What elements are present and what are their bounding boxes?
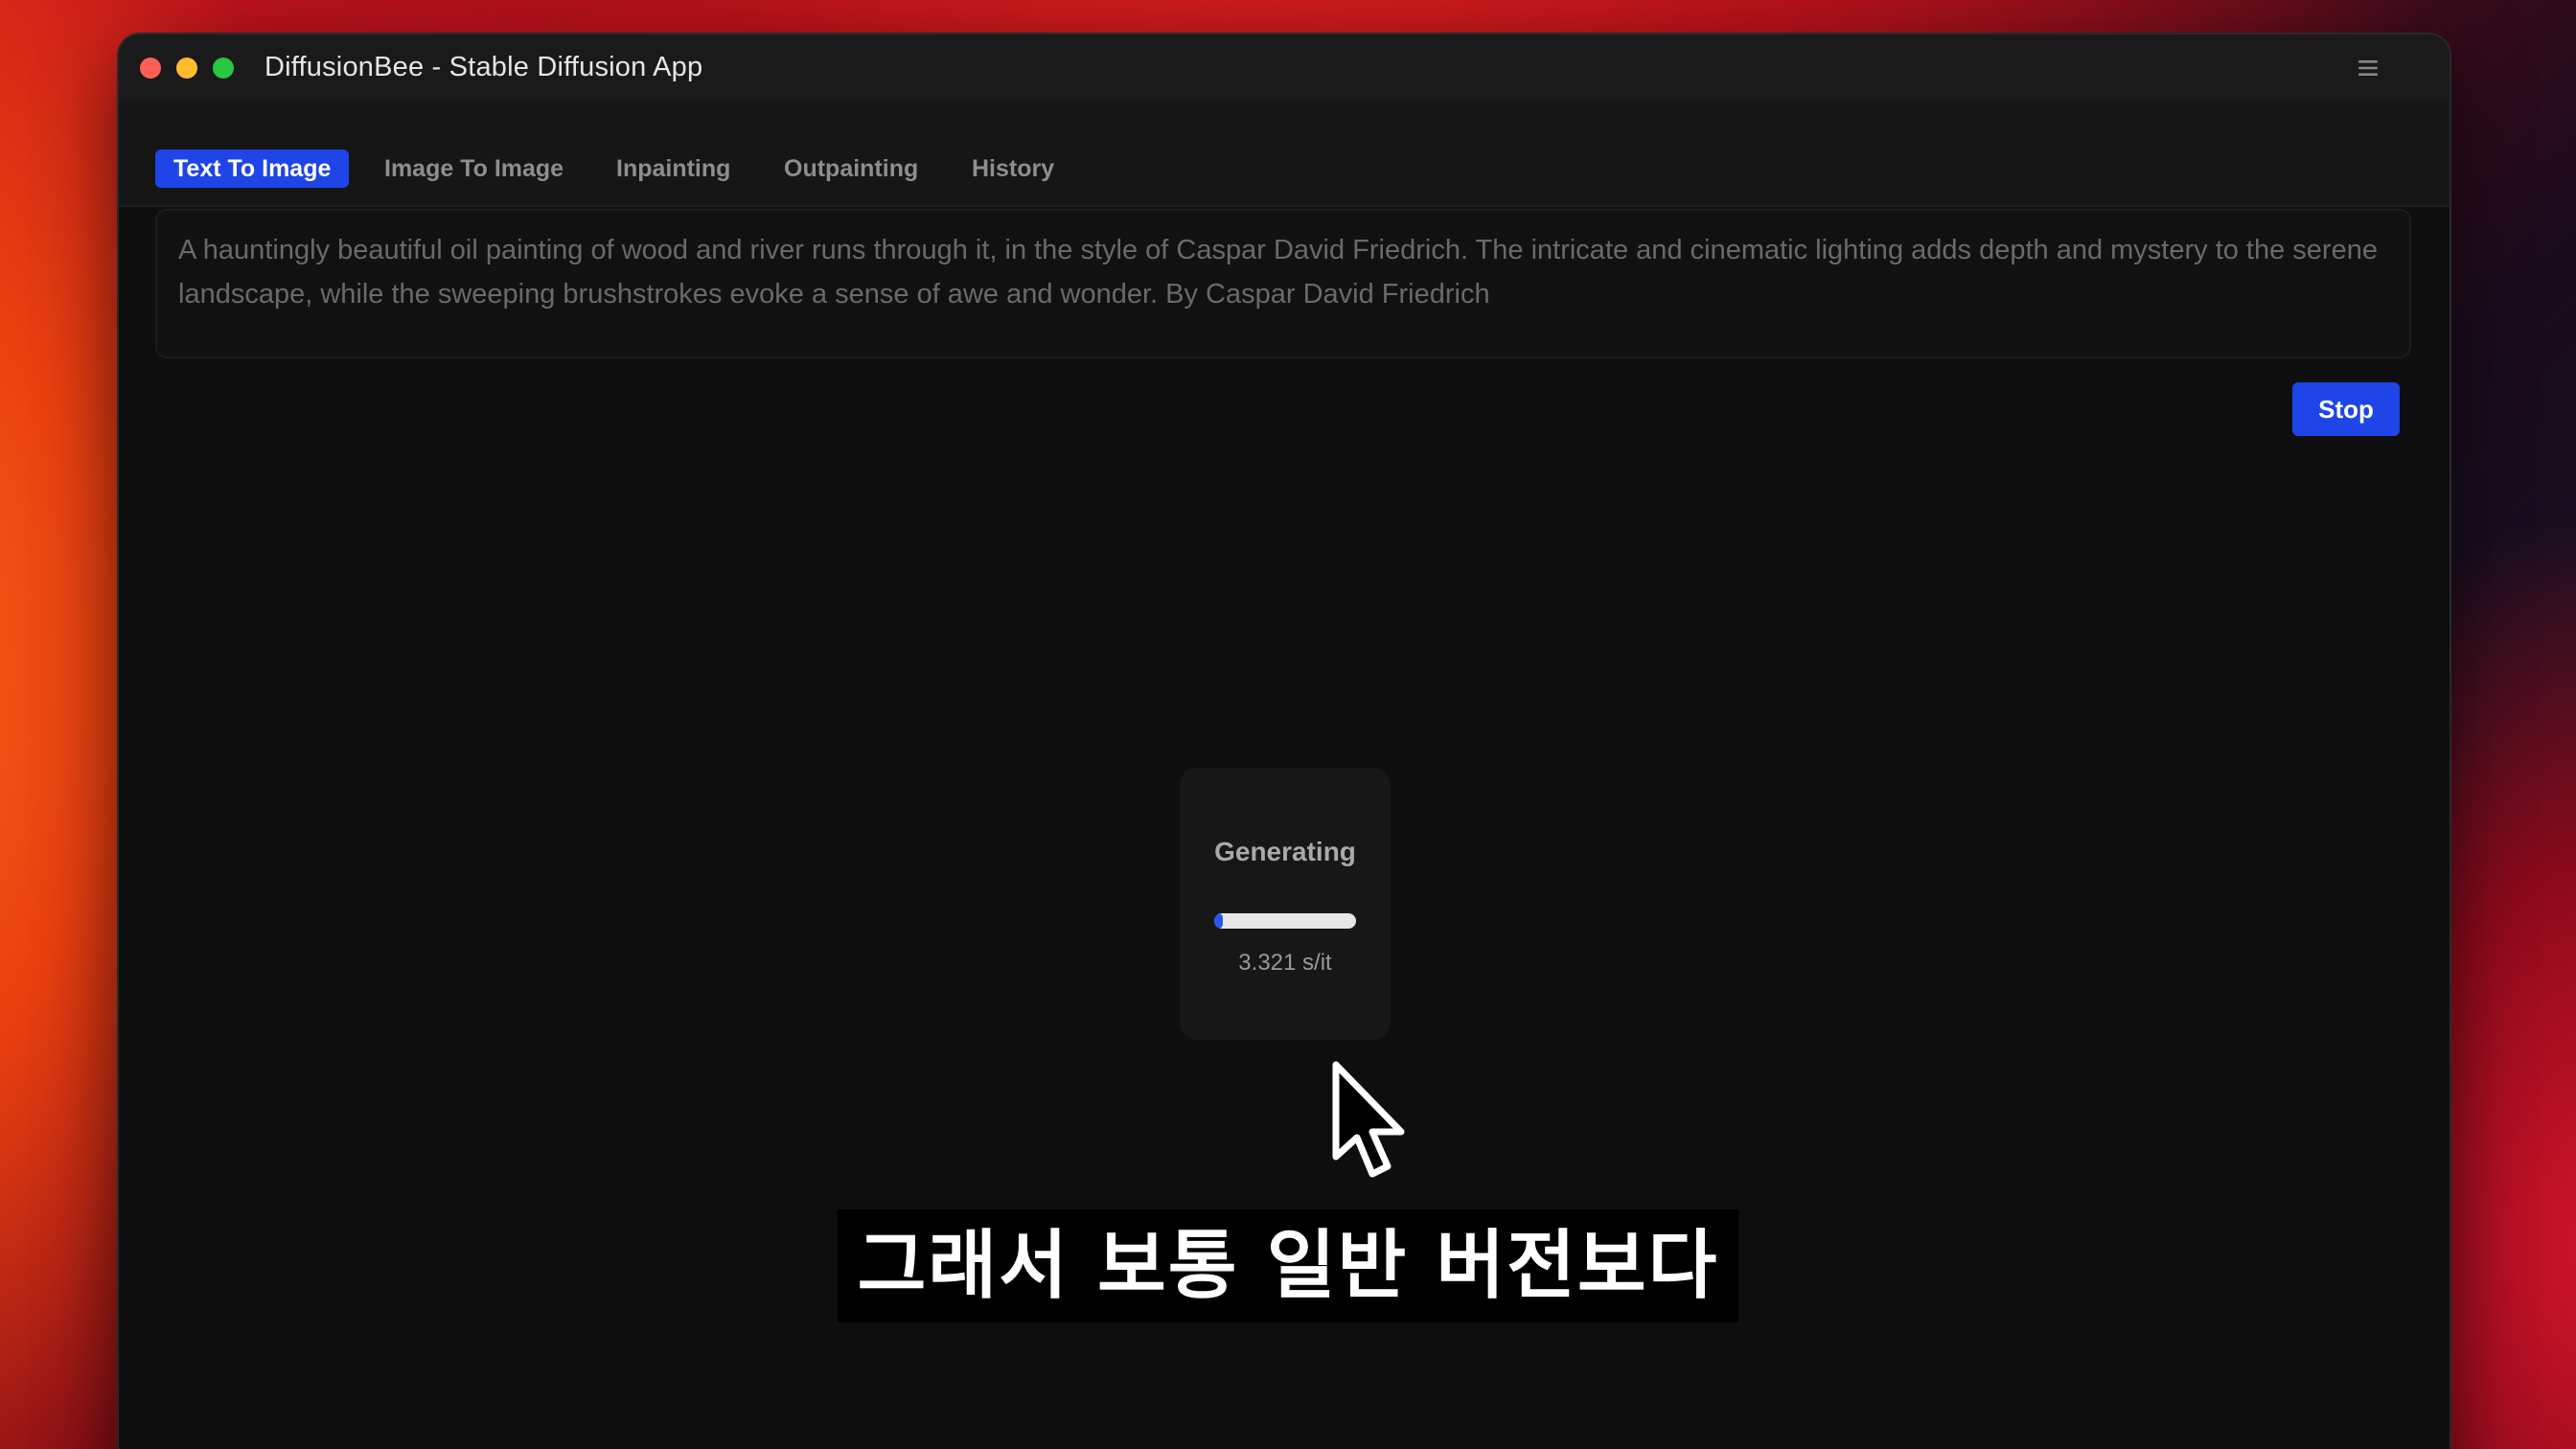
video-subtitle: 그래서 보통 일반 버전보다 bbox=[838, 1209, 1738, 1322]
mode-tab-bar: Text To Image Image To Image Inpainting … bbox=[119, 102, 2450, 207]
zoom-window-button[interactable] bbox=[213, 58, 234, 79]
close-window-button[interactable] bbox=[140, 58, 161, 79]
window-title: DiffusionBee - Stable Diffusion App bbox=[264, 52, 703, 82]
tab-text-to-image[interactable]: Text To Image bbox=[155, 150, 350, 188]
progress-bar bbox=[1214, 913, 1356, 929]
progress-rate: 3.321 s/it bbox=[1238, 950, 1332, 976]
tab-outpainting[interactable]: Outpainting bbox=[784, 150, 918, 188]
mouse-pointer-icon bbox=[1332, 1061, 1405, 1178]
stop-button[interactable]: Stop bbox=[2292, 382, 2400, 436]
desktop-wallpaper: DiffusionBee - Stable Diffusion App Text… bbox=[0, 0, 2576, 1449]
title-bar[interactable]: DiffusionBee - Stable Diffusion App bbox=[119, 34, 2450, 102]
tab-image-to-image[interactable]: Image To Image bbox=[384, 150, 564, 188]
progress-status: Generating bbox=[1214, 837, 1356, 866]
progress-bar-fill bbox=[1214, 913, 1223, 929]
prompt-input[interactable]: A hauntingly beautiful oil painting of w… bbox=[155, 209, 2411, 358]
minimize-window-button[interactable] bbox=[176, 58, 197, 79]
tab-history[interactable]: History bbox=[972, 150, 1054, 188]
generation-progress-card: Generating 3.321 s/it bbox=[1180, 768, 1391, 1040]
hamburger-menu-icon[interactable] bbox=[2356, 56, 2380, 80]
tab-inpainting[interactable]: Inpainting bbox=[616, 150, 730, 188]
